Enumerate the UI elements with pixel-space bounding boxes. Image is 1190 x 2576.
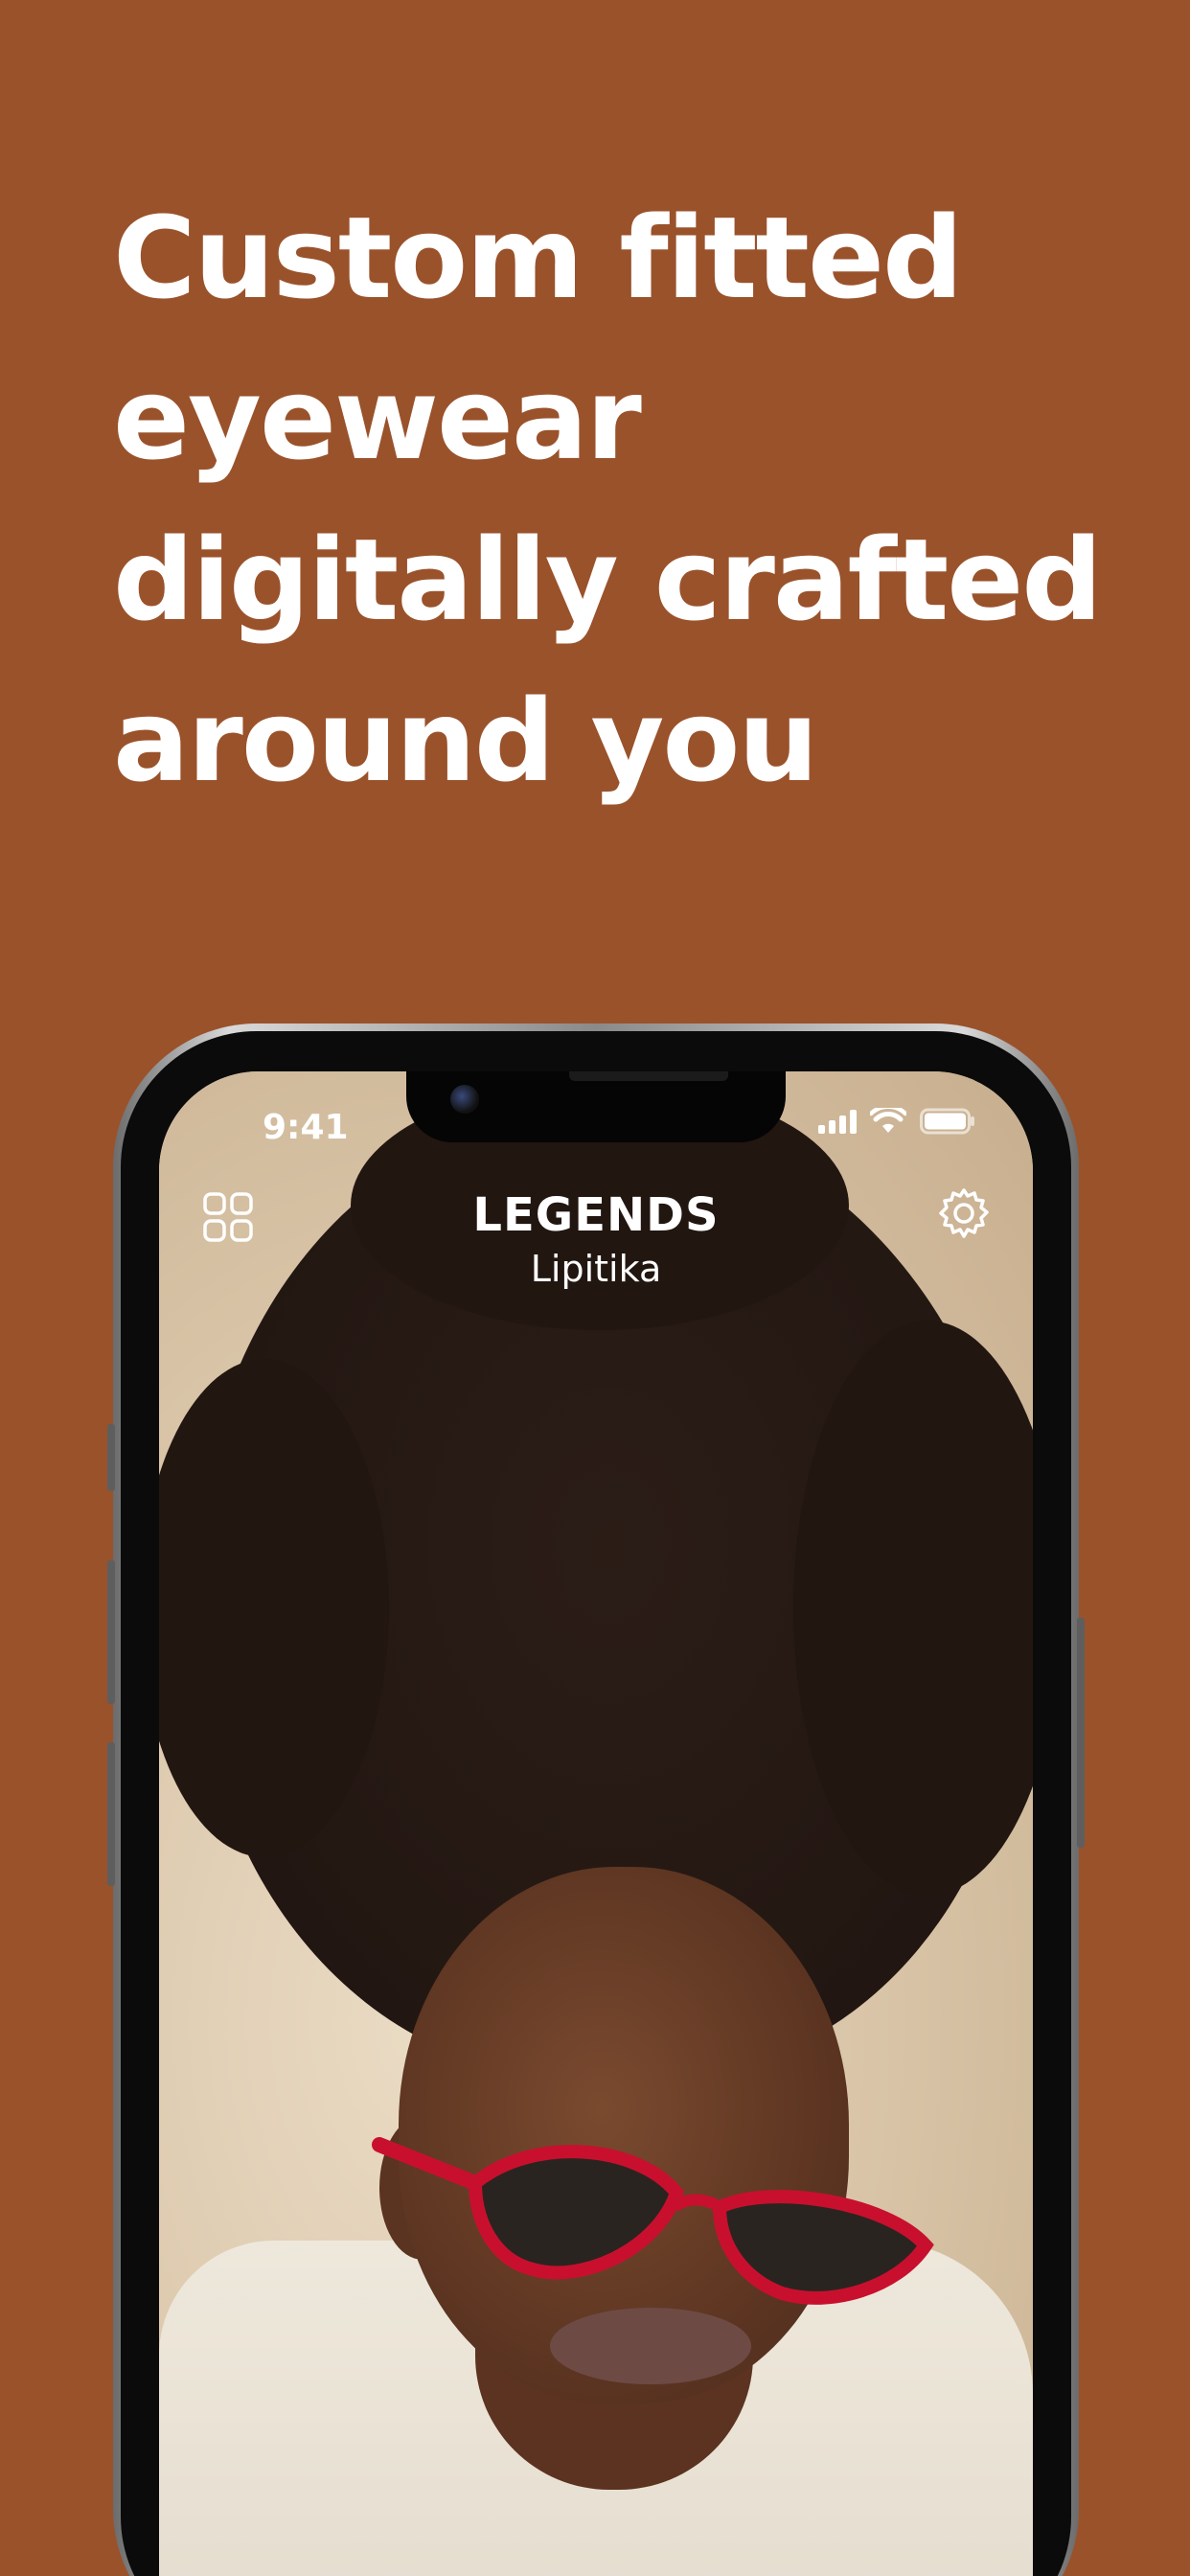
phone-side-button bbox=[107, 1424, 115, 1491]
notch bbox=[406, 1071, 786, 1142]
glasses-bridge bbox=[671, 2194, 723, 2213]
glasses-temple-arm bbox=[372, 2137, 483, 2191]
battery-icon bbox=[920, 1108, 974, 1135]
brand-title: LEGENDS bbox=[472, 1188, 720, 1242]
settings-button[interactable] bbox=[933, 1183, 995, 1244]
frame-model-name: Lipitika bbox=[530, 1248, 662, 1290]
gear-icon bbox=[939, 1188, 989, 1238]
signal-icon bbox=[818, 1109, 857, 1134]
phone-side-button bbox=[107, 1560, 115, 1704]
glasses-left-lens bbox=[468, 2145, 684, 2280]
headline-line: eyewear bbox=[113, 353, 642, 485]
phone-mockup: 9:41 LEGENDS Lipitika bbox=[107, 1024, 1085, 2576]
phone-side-button bbox=[107, 1742, 115, 1886]
headline-line: digitally crafted bbox=[113, 514, 1103, 646]
glasses-right-lens bbox=[712, 2190, 934, 2305]
headline: Custom fitted eyewear digitally crafted … bbox=[113, 177, 1119, 821]
phone-side-button bbox=[1077, 1618, 1085, 1848]
headline-line: around you bbox=[113, 675, 818, 807]
wifi-icon bbox=[870, 1108, 906, 1133]
phone-screen: 9:41 LEGENDS Lipitika bbox=[159, 1071, 1033, 2576]
camera-preview bbox=[159, 1071, 1033, 2576]
earpiece-speaker bbox=[569, 1071, 728, 1081]
status-icons bbox=[818, 1108, 975, 1135]
virtual-sunglasses bbox=[372, 2137, 934, 2305]
headline-line: Custom fitted bbox=[113, 192, 963, 324]
status-time: 9:41 bbox=[263, 1108, 349, 1147]
front-camera bbox=[450, 1085, 479, 1114]
